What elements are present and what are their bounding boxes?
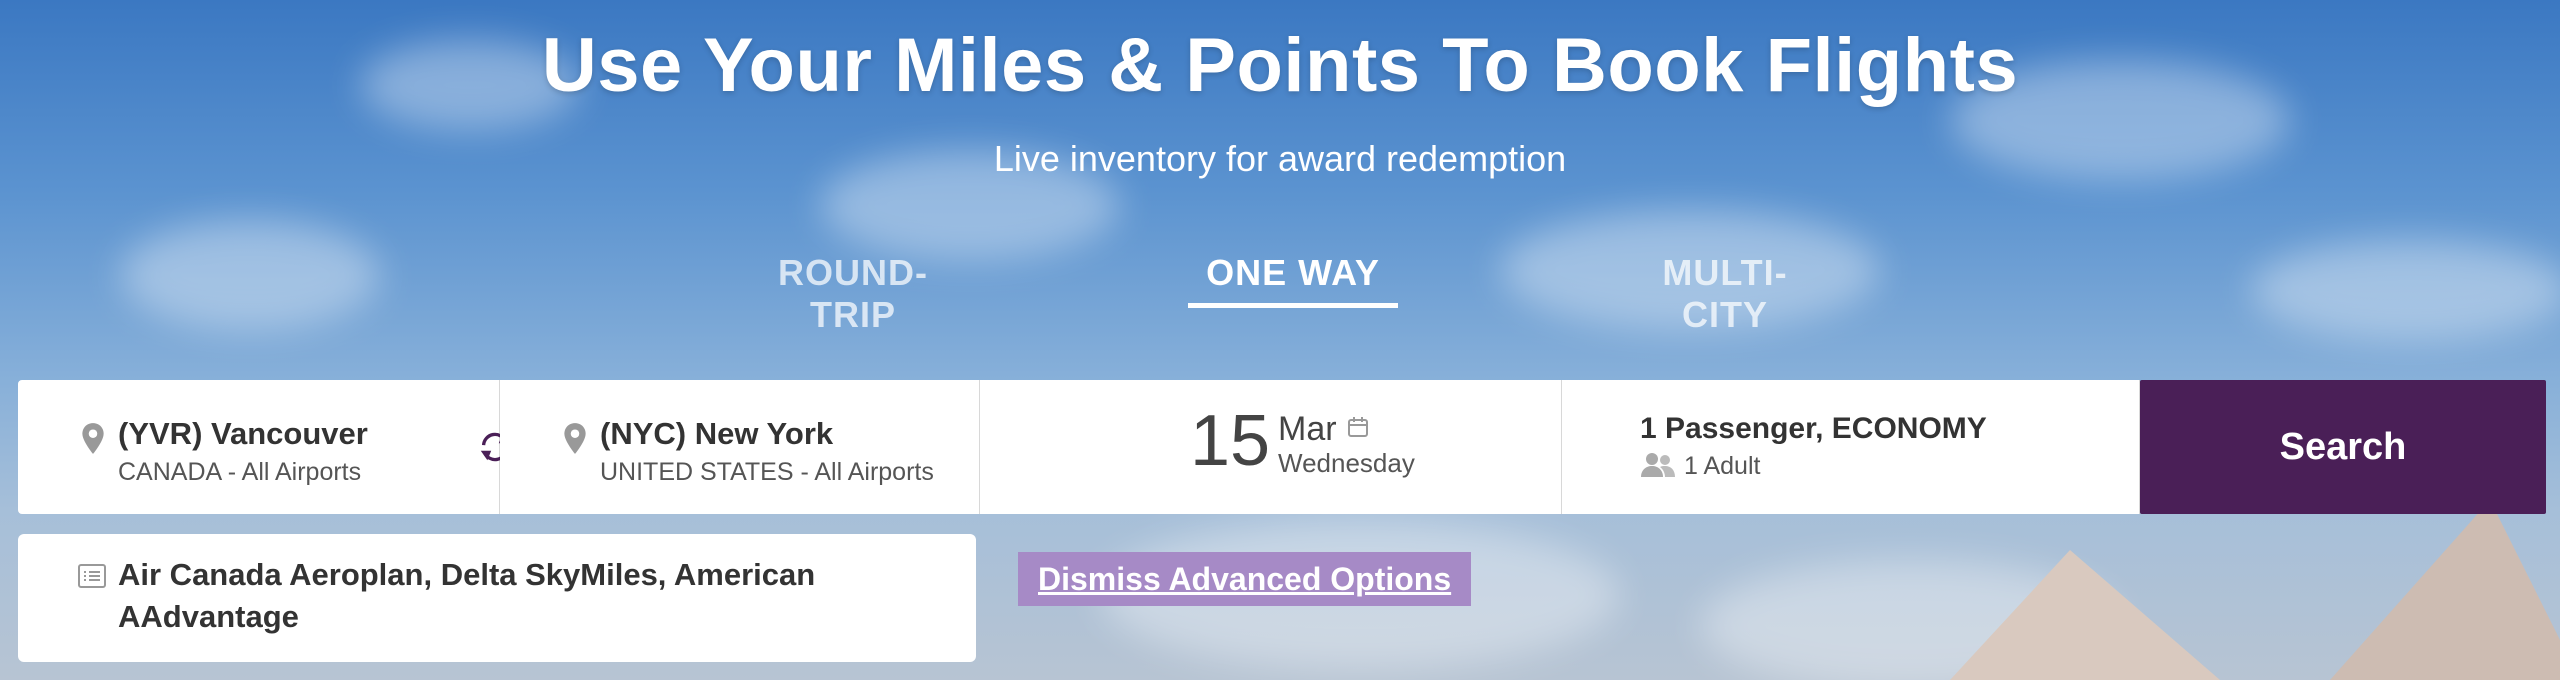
tab-one-way[interactable]: ONE WAY bbox=[1188, 252, 1398, 308]
date-field[interactable] bbox=[980, 380, 1562, 514]
people-icon bbox=[1641, 453, 1675, 477]
origin-detail: CANADA - All Airports bbox=[118, 458, 362, 486]
page-subtitle: Live inventory for award redemption bbox=[993, 138, 1567, 179]
programs-selector[interactable]: Air Canada Aeroplan, Delta SkyMiles, Ame… bbox=[18, 534, 976, 662]
programs-text: Air Canada Aeroplan, Delta SkyMiles, Ame… bbox=[118, 557, 816, 634]
location-pin-icon bbox=[82, 423, 104, 454]
page-title: Use Your Miles & Points To Book Flights bbox=[541, 23, 2019, 108]
origin-city: (YVR) Vancouver bbox=[118, 416, 368, 451]
tab-multi-city[interactable]: MULTI-CITY bbox=[1620, 252, 1830, 335]
list-icon bbox=[78, 564, 106, 588]
date-weekday: Wednesday bbox=[1278, 448, 1415, 478]
location-pin-icon bbox=[564, 423, 586, 454]
date-day: 15 bbox=[1190, 401, 1271, 481]
passengers-summary: 1 Passenger, ECONOMY bbox=[1640, 412, 1987, 445]
calendar-icon bbox=[1348, 417, 1368, 437]
destination-field[interactable]: (NYC) New York UNITED STATES - All Airpo… bbox=[500, 380, 980, 514]
tab-round-trip[interactable]: ROUND-TRIP bbox=[738, 252, 968, 335]
date-month: Mar bbox=[1278, 410, 1337, 448]
passengers-detail: 1 Adult bbox=[1684, 452, 1761, 480]
passengers-field[interactable] bbox=[1562, 380, 2140, 514]
destination-city: (NYC) New York bbox=[600, 416, 834, 451]
dismiss-advanced-options-link[interactable]: Dismiss Advanced Options bbox=[1018, 552, 1472, 606]
search-button[interactable]: Search bbox=[2140, 380, 2546, 514]
origin-field[interactable]: (YVR) Vancouver CANADA - All Airports bbox=[18, 380, 500, 514]
destination-detail: UNITED STATES - All Airports bbox=[600, 458, 934, 486]
